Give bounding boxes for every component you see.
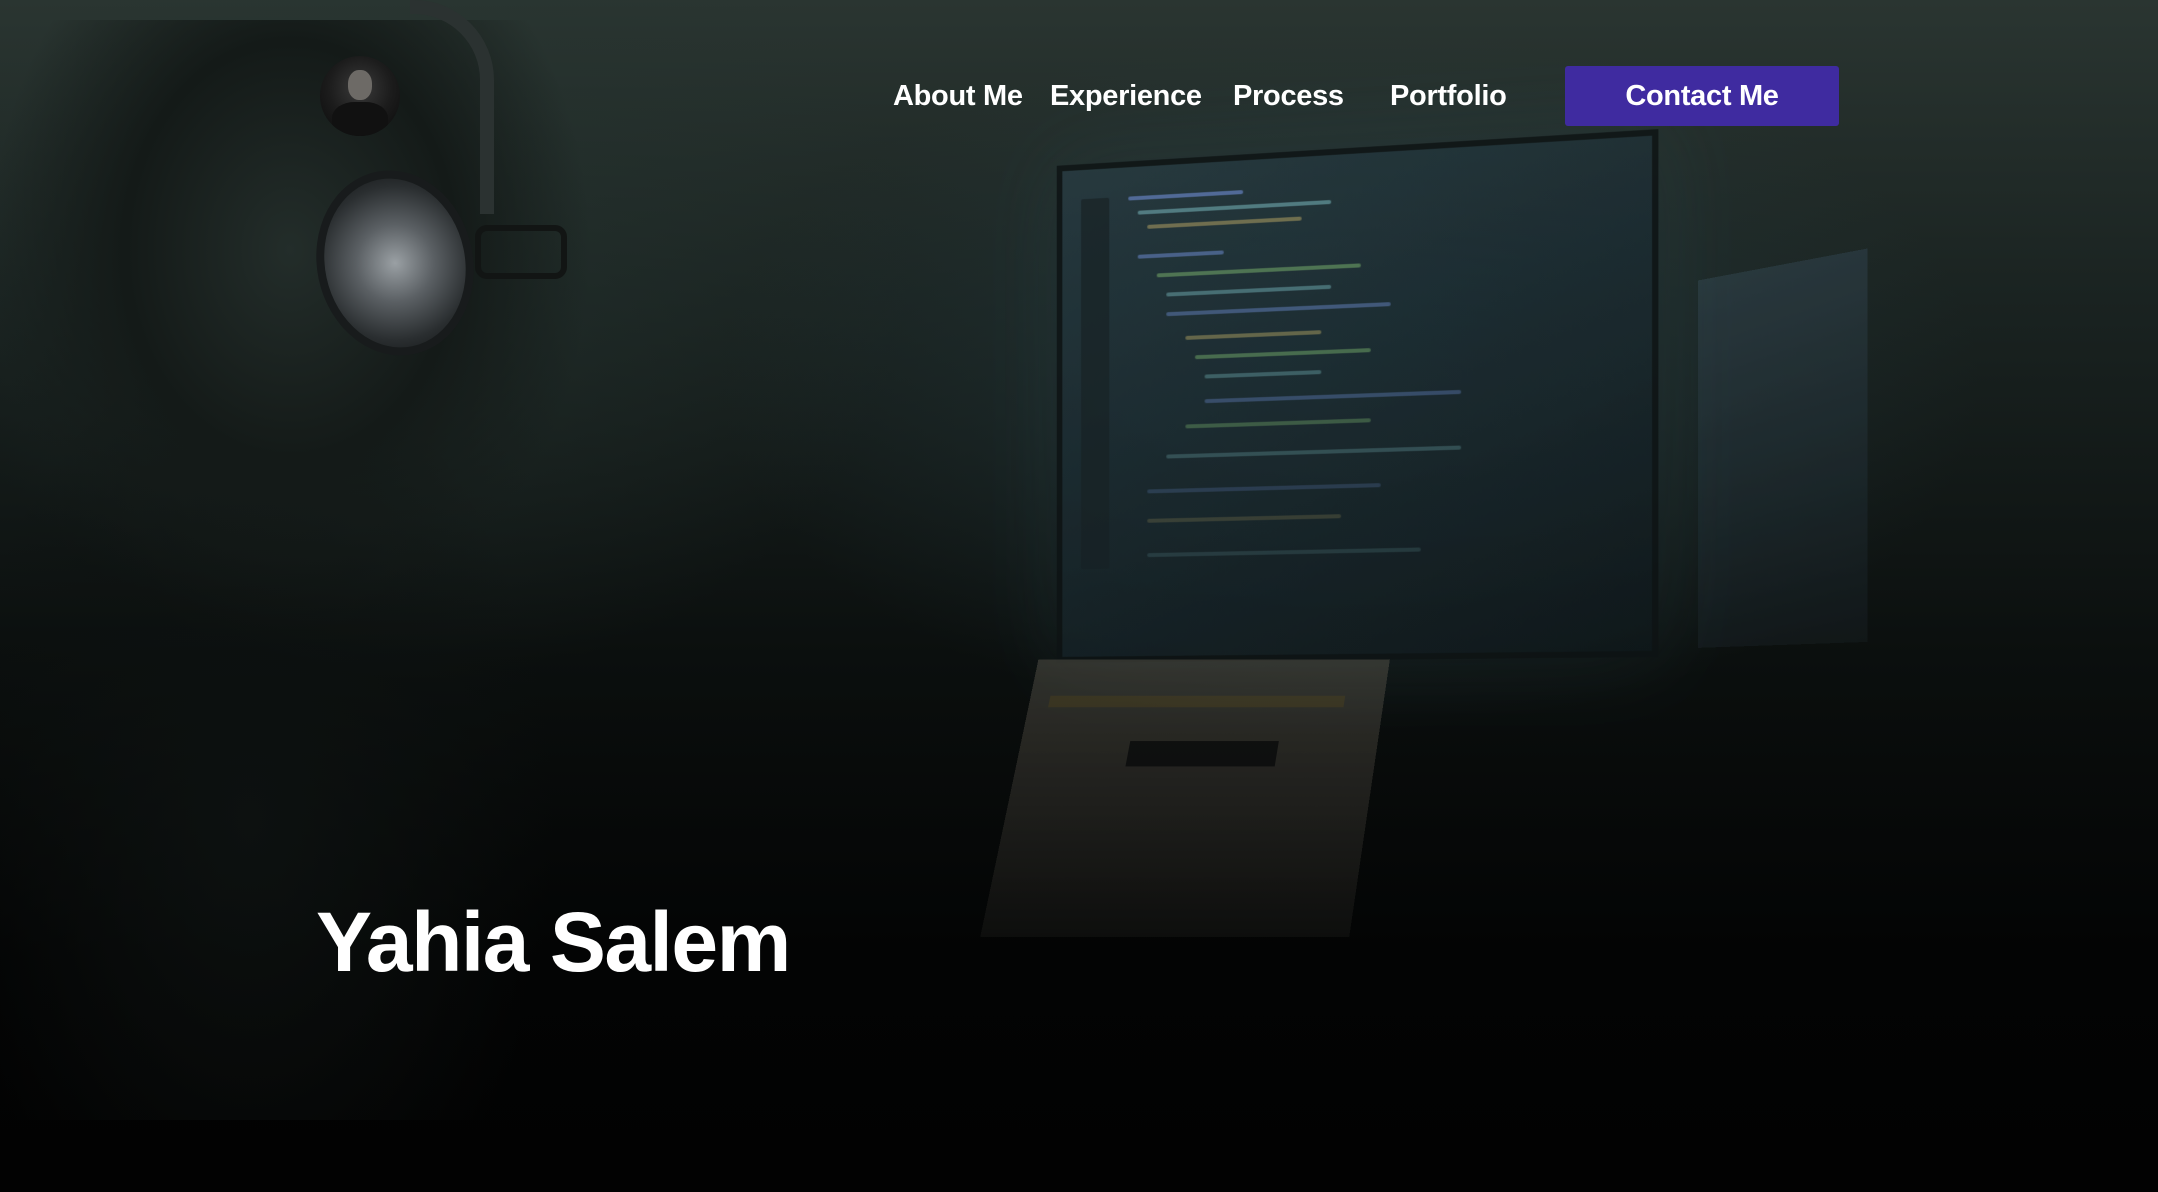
glasses xyxy=(475,225,567,279)
laptop-image xyxy=(980,659,1390,938)
headphone-earcup xyxy=(308,165,482,361)
side-monitor-image xyxy=(1698,248,1868,648)
hero-name-heading: Yahia Salem xyxy=(316,895,791,989)
nav-link-portfolio[interactable]: Portfolio xyxy=(1390,80,1507,113)
nav-link-about-me[interactable]: About Me xyxy=(893,80,1023,113)
avatar-face xyxy=(348,70,372,100)
contact-me-button[interactable]: Contact Me xyxy=(1565,66,1839,126)
nav-link-experience[interactable]: Experience xyxy=(1050,80,1202,113)
avatar-body xyxy=(332,102,388,136)
code-monitor-image xyxy=(1056,129,1659,663)
avatar[interactable] xyxy=(320,56,400,136)
top-navigation: About Me Experience Process Portfolio Co… xyxy=(0,0,2158,190)
nav-link-process[interactable]: Process xyxy=(1233,80,1344,113)
hero-section: About Me Experience Process Portfolio Co… xyxy=(0,0,2158,1192)
